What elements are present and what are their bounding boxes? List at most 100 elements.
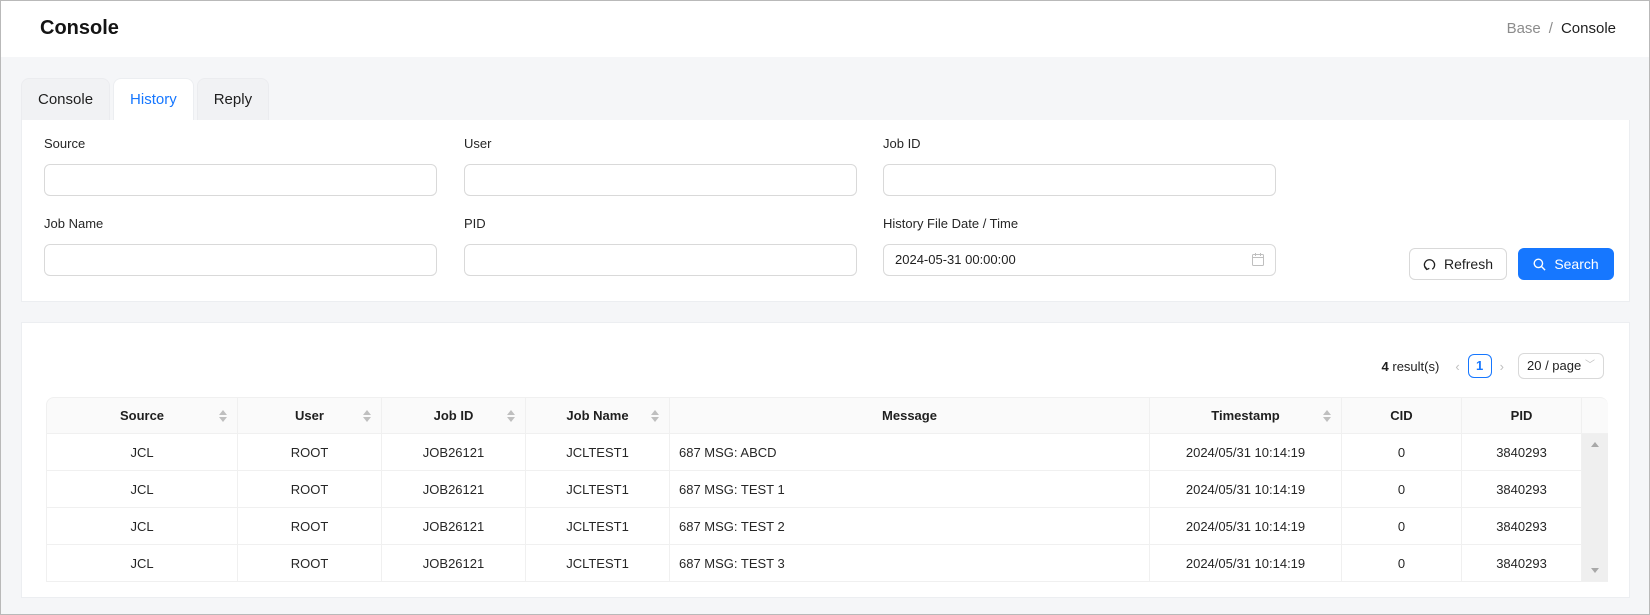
cell-job-id: JOB26121 (382, 471, 526, 508)
prev-page-button[interactable]: ‹ (1455, 359, 1459, 374)
next-page-button[interactable]: › (1500, 359, 1504, 374)
vertical-scrollbar[interactable] (1582, 434, 1608, 582)
cell-pid: 3840293 (1462, 545, 1582, 582)
pid-input[interactable] (464, 244, 857, 276)
page-size-value: 20 / page (1527, 358, 1582, 373)
history-date-picker[interactable]: 2024-05-31 00:00:00 (883, 244, 1276, 276)
page-header: Console Base / Console (1, 1, 1649, 57)
search-label: Search (1554, 256, 1599, 272)
column-header-job-name[interactable]: Job Name (526, 397, 670, 434)
cell-job-name: JCLTEST1 (526, 545, 670, 582)
sort-icon[interactable] (219, 410, 227, 422)
column-label: Message (882, 408, 937, 423)
pid-label: PID (464, 216, 486, 231)
page-title: Console (40, 17, 119, 39)
cell-pid: 3840293 (1462, 434, 1582, 471)
cell-cid: 0 (1342, 508, 1462, 545)
column-label: CID (1390, 408, 1413, 423)
refresh-button[interactable]: Refresh (1409, 248, 1507, 280)
breadcrumb-separator: / (1548, 20, 1553, 37)
table-row[interactable]: JCL ROOT JOB26121 JCLTEST1 687 MSG: TEST… (46, 471, 1608, 508)
cell-job-id: JOB26121 (382, 545, 526, 582)
history-table: Source User Job ID Job Name Message Time… (46, 397, 1608, 582)
sort-icon[interactable] (651, 410, 659, 422)
cell-source: JCL (46, 434, 238, 471)
result-count-suffix: result(s) (1392, 358, 1440, 374)
job-name-input[interactable] (44, 244, 437, 276)
breadcrumb: Base / Console (1507, 20, 1616, 37)
history-date-field: History File Date / Time 2024-05-31 00:0… (883, 216, 1276, 276)
job-id-label: Job ID (883, 136, 921, 151)
column-label: Job ID (433, 408, 474, 423)
user-field: User (464, 136, 857, 196)
table-row[interactable]: JCL ROOT JOB26121 JCLTEST1 687 MSG: ABCD… (46, 434, 1608, 582)
cell-user: ROOT (238, 471, 382, 508)
cell-job-id: JOB26121 (382, 508, 526, 545)
cell-source: JCL (46, 545, 238, 582)
scroll-down-icon[interactable] (1591, 568, 1599, 573)
column-header-job-id[interactable]: Job ID (382, 397, 526, 434)
tab-reply[interactable]: Reply (196, 78, 270, 120)
refresh-label: Refresh (1443, 256, 1494, 272)
sort-icon[interactable] (363, 410, 371, 422)
cell-source: JCL (46, 508, 238, 545)
result-count-number: 4 (1381, 358, 1389, 374)
cell-message: 687 MSG: TEST 3 (670, 545, 1150, 582)
results-panel: 4 result(s) ‹ 1 › 20 / page ﹀ Source Use… (21, 322, 1630, 598)
cell-message: 687 MSG: TEST 2 (670, 508, 1150, 545)
column-header-timestamp[interactable]: Timestamp (1150, 397, 1342, 434)
page-size-select[interactable]: 20 / page ﹀ (1518, 353, 1604, 379)
search-icon (1533, 258, 1546, 271)
table-row[interactable]: JCL ROOT JOB26121 JCLTEST1 687 MSG: TEST… (46, 545, 1608, 582)
cell-pid: 3840293 (1462, 471, 1582, 508)
cell-timestamp: 2024/05/31 10:14:19 (1150, 434, 1342, 471)
cell-cid: 0 (1342, 471, 1462, 508)
user-input[interactable] (464, 164, 857, 196)
history-date-value: 2024-05-31 00:00:00 (895, 252, 1016, 267)
cell-cid: 0 (1342, 545, 1462, 582)
cell-user: ROOT (238, 508, 382, 545)
column-label: Timestamp (1211, 408, 1280, 423)
scrollbar-header-spacer (1582, 397, 1608, 434)
cell-cid: 0 (1342, 434, 1462, 471)
tab-bar: Console History Reply (21, 78, 272, 121)
table-row[interactable]: JCL ROOT JOB26121 JCLTEST1 687 MSG: TEST… (46, 508, 1608, 545)
sort-icon[interactable] (507, 410, 515, 422)
user-label: User (464, 136, 492, 151)
cell-job-name: JCLTEST1 (526, 471, 670, 508)
column-header-pid: PID (1462, 397, 1582, 434)
source-input[interactable] (44, 164, 437, 196)
column-header-user[interactable]: User (238, 397, 382, 434)
sort-icon[interactable] (1323, 410, 1331, 422)
cell-timestamp: 2024/05/31 10:14:19 (1150, 508, 1342, 545)
pid-field: PID (464, 216, 857, 276)
calendar-icon[interactable] (1252, 253, 1264, 266)
search-button[interactable]: Search (1518, 248, 1614, 280)
cell-source: JCL (46, 471, 238, 508)
pagination: 4 result(s) ‹ 1 › 20 / page ﹀ (1382, 353, 1604, 379)
column-header-source[interactable]: Source (46, 397, 238, 434)
page-1-button[interactable]: 1 (1467, 354, 1492, 378)
source-field: Source (44, 136, 437, 196)
history-date-label: History File Date / Time (883, 216, 1019, 231)
column-label: PID (1510, 408, 1533, 423)
tab-console[interactable]: Console (21, 78, 111, 120)
table-header-row: Source User Job ID Job Name Message Time… (46, 397, 1608, 434)
result-count: 4 result(s) (1382, 359, 1440, 374)
job-id-field: Job ID (883, 136, 1276, 196)
cell-timestamp: 2024/05/31 10:14:19 (1150, 471, 1342, 508)
column-label: User (295, 408, 324, 423)
job-name-field: Job Name (44, 216, 437, 276)
cell-pid: 3840293 (1462, 508, 1582, 545)
cell-job-name: JCLTEST1 (526, 434, 670, 471)
scroll-up-icon[interactable] (1591, 442, 1599, 447)
column-header-cid: CID (1342, 397, 1462, 434)
cell-message: 687 MSG: ABCD (670, 434, 1150, 471)
source-label: Source (44, 136, 86, 151)
chevron-down-icon: ﹀ (1585, 360, 1595, 371)
column-header-message: Message (670, 397, 1150, 434)
tab-history[interactable]: History (113, 78, 194, 121)
breadcrumb-base[interactable]: Base (1507, 20, 1541, 37)
reload-icon (1423, 258, 1436, 270)
job-id-input[interactable] (883, 164, 1276, 196)
